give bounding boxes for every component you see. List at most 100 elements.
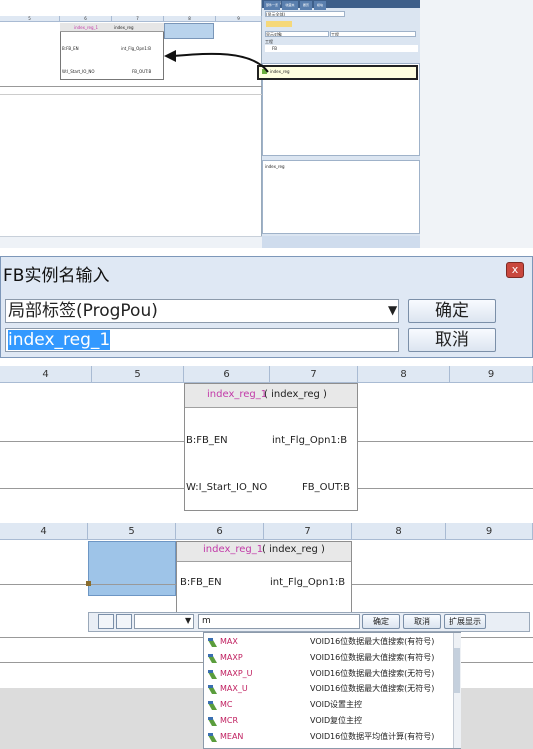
instruction-name: MCR <box>220 716 239 725</box>
ruler-col: 5 <box>92 366 184 383</box>
ruler-col: 9 <box>446 523 533 540</box>
instruction-icon <box>208 637 217 647</box>
fb-input-pin: B:FB_EN <box>180 577 222 588</box>
list-item[interactable]: MEAN VOID 16位数据平均值计算(有符号) <box>204 729 454 744</box>
cancel-button[interactable]: 取消 <box>408 328 496 352</box>
instruction-description: 16位数据最大值搜索(有符号) <box>330 637 435 646</box>
parts-toolbar-icons[interactable] <box>266 21 292 27</box>
parts-search-input[interactable]: (显示全部) <box>265 11 345 17</box>
ladder-symbol-icon[interactable] <box>98 614 114 629</box>
connection-point <box>86 581 91 586</box>
fb-input-pin: W:I_Start_IO_NO <box>186 482 268 493</box>
ruler-col: 6 <box>184 366 270 383</box>
instruction-return-type: VOID <box>310 684 331 694</box>
instruction-return-type: VOID <box>310 731 331 741</box>
ruler-col: 8 <box>358 366 450 383</box>
fb-output-pin: int_Flg_Opn1:B <box>121 46 152 51</box>
fb-instance-name: index_reg_1 <box>207 389 268 400</box>
tree-node-fb-row[interactable] <box>265 45 418 52</box>
instruction-return-type: VOID <box>310 668 331 678</box>
label-type-value: 局部标签(ProgPou) <box>8 301 158 321</box>
part-item-label[interactable]: index_reg <box>270 69 290 74</box>
horizontal-scrollbar[interactable] <box>0 236 262 248</box>
selected-cell[interactable] <box>164 23 214 39</box>
instruction-input[interactable]: m <box>198 614 360 629</box>
instruction-name: MEAN <box>220 731 244 741</box>
fb-instance-name: index_reg_1 <box>74 25 99 30</box>
instruction-return-type: VOID <box>310 716 331 725</box>
ruler-col: 8 <box>352 523 446 540</box>
instruction-icon <box>208 669 217 679</box>
fb-output-pin: int_Flg_Opn1:B <box>272 435 348 446</box>
help-icon[interactable] <box>116 614 132 629</box>
instruction-icon <box>208 716 217 726</box>
instruction-name: MAX <box>220 637 238 646</box>
ruler-col: 9 <box>450 366 533 383</box>
bottom-tabs <box>262 236 420 248</box>
tab-favorites[interactable]: 收藏夹 <box>282 1 298 10</box>
list-item[interactable]: MCR VOID 复位主控 <box>204 713 454 728</box>
display-target-select[interactable]: 工程 <box>330 31 416 37</box>
list-item[interactable]: MAXP VOID 16位数据最大值搜索(有符号) <box>204 650 454 665</box>
list-item[interactable]: MAX_U VOID 16位数据最大值搜索(无符号) <box>204 681 454 696</box>
close-button[interactable]: x <box>506 262 524 278</box>
instruction-name: MAXP <box>220 652 243 662</box>
tab-history[interactable]: 履历 <box>300 1 312 10</box>
instruction-description: 16位数据最大值搜索(无符号) <box>330 684 435 694</box>
cancel-button[interactable]: 取消 <box>403 614 441 629</box>
ruler-col: 6 <box>60 16 112 22</box>
fb-input-pin: B:FB_EN <box>186 435 228 446</box>
chevron-down-icon[interactable]: ▼ <box>388 303 397 317</box>
instruction-name: MAXP_U <box>220 668 253 678</box>
instruction-icon <box>208 684 217 695</box>
expand-display-button[interactable]: 扩展显示 <box>444 614 486 629</box>
rung-line <box>0 94 262 95</box>
instruction-description: 16位数据平均值计算(有符号) <box>330 731 435 741</box>
selected-cell[interactable] <box>88 541 176 596</box>
description-title: index_reg <box>265 164 285 169</box>
instruction-name: MAX_U <box>220 684 248 694</box>
fb-type-name: index_reg <box>114 25 134 30</box>
instance-name-input[interactable]: index_reg_1 <box>5 328 399 352</box>
ok-button[interactable]: 确定 <box>362 614 400 629</box>
fb-instance-name: index_reg_1 <box>203 544 264 555</box>
ruler-col: 9 <box>216 16 262 22</box>
instruction-description: 16位数据最大值搜索(有符号) <box>330 652 435 662</box>
tab-module[interactable]: 模块 <box>314 1 326 10</box>
ruler-col: 7 <box>270 366 358 383</box>
rung-line <box>0 86 262 87</box>
ruler-col: 7 <box>264 523 352 540</box>
fb-input-pin: W:I_Start_IO_NO <box>62 69 95 74</box>
display-target-label: 显示对象 <box>265 31 329 37</box>
ruler-col: 6 <box>176 523 264 540</box>
list-scrollbar-thumb[interactable] <box>454 648 460 693</box>
instruction-description: 复位主控 <box>330 716 362 725</box>
ruler-col: 5 <box>0 16 60 22</box>
instruction-icon <box>208 700 217 711</box>
list-item[interactable]: MC VOID 设置主控 <box>204 697 454 712</box>
fb-output-pin: FB_OUT:B <box>302 482 351 493</box>
list-item[interactable]: MAXP_U VOID 16位数据最大值搜索(无符号) <box>204 666 454 681</box>
instance-name-value: index_reg_1 <box>8 330 111 350</box>
ruler-col: 5 <box>88 523 176 540</box>
instruction-description: 设置主控 <box>330 700 362 710</box>
instruction-return-type: VOID <box>310 637 331 646</box>
dialog-title: FB实例名输入 <box>3 266 110 286</box>
instruction-name: MC <box>220 700 233 710</box>
part-description-pane <box>262 160 420 234</box>
ruler-col: 4 <box>0 523 88 540</box>
instruction-icon <box>208 732 217 742</box>
instruction-return-type: VOID <box>310 652 331 662</box>
drag-arrow-icon <box>164 50 269 73</box>
fb-output-pin: FB_OUT:B <box>132 69 152 74</box>
tree-node-fb[interactable]: FB <box>272 46 277 51</box>
chevron-down-icon[interactable]: ▼ <box>185 616 191 625</box>
tab-parts-list[interactable]: 部件一览 <box>264 1 280 10</box>
label-type-select[interactable]: 局部标签(ProgPou) <box>5 299 399 323</box>
list-item[interactable]: MAX VOID 16位数据最大值搜索(有符号) <box>204 634 454 649</box>
ruler-col: 7 <box>112 16 164 22</box>
fb-input-pin: B:FB_EN <box>62 46 79 51</box>
ok-button[interactable]: 确定 <box>408 299 496 323</box>
instruction-description: 16位数据最大值搜索(无符号) <box>330 668 435 678</box>
fb-type-name: ( index_reg ) <box>262 544 325 555</box>
